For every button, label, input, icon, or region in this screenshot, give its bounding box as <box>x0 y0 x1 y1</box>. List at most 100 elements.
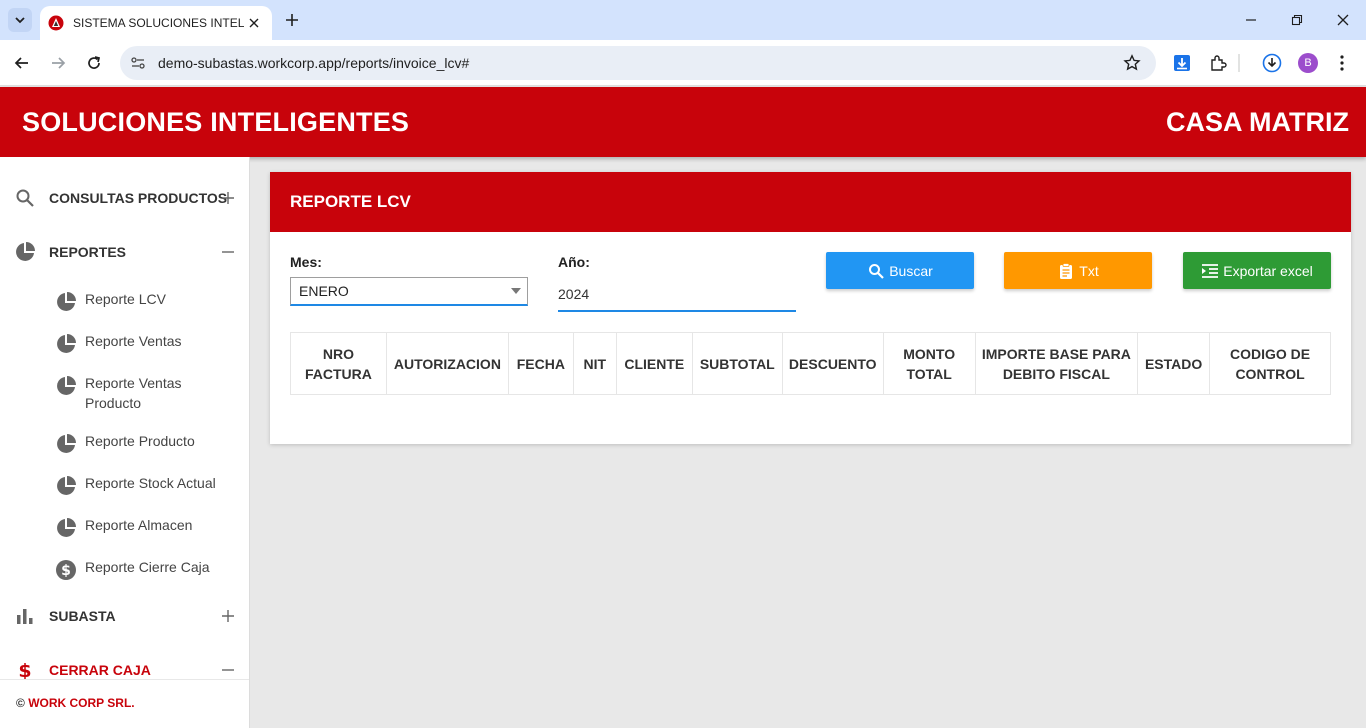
extensions-puzzle-icon[interactable] <box>1206 51 1230 75</box>
dollar-icon: $ <box>14 659 36 681</box>
month-select-value: ENERO <box>299 283 349 299</box>
pie-chart-icon <box>57 376 76 395</box>
company-name: WORK CORP SRL. <box>28 696 135 710</box>
pie-chart-icon <box>57 476 76 495</box>
column-header-descuento[interactable]: DESCUENTO <box>781 332 884 395</box>
column-header-monto-total[interactable]: MONTO TOTAL <box>882 332 976 395</box>
sidebar-footer: © WORK CORP SRL. <box>0 679 249 728</box>
export-excel-button[interactable]: Exportar excel <box>1183 252 1331 289</box>
sidebar-group-reportes[interactable]: REPORTES <box>0 232 250 272</box>
sidebar-group-label: CONSULTAS PRODUCTOS <box>49 190 228 206</box>
column-header-autorizacion[interactable]: AUTORIZACION <box>385 332 509 395</box>
sidebar-item-label: Reporte Ventas <box>85 333 182 349</box>
new-tab-button[interactable] <box>281 9 303 31</box>
address-bar[interactable]: demo-subastas.workcorp.app/reports/invoi… <box>120 46 1156 80</box>
reload-icon <box>88 56 101 69</box>
search-button-label: Buscar <box>889 262 933 279</box>
pie-chart-icon <box>57 434 76 453</box>
forward-button[interactable] <box>46 51 70 75</box>
pie-chart-icon <box>57 518 76 537</box>
column-header-codigo-control[interactable]: CODIGO DE CONTROL <box>1209 332 1331 395</box>
pie-chart-icon <box>57 334 76 353</box>
year-input[interactable] <box>558 278 796 312</box>
site-favicon-icon <box>48 15 64 31</box>
tab-close-icon[interactable] <box>244 13 264 33</box>
sidebar-group-label: SUBASTA <box>49 608 116 624</box>
bar-chart-icon <box>14 605 36 627</box>
minus-icon[interactable] <box>218 660 238 680</box>
pie-chart-icon <box>57 292 76 311</box>
search-icon <box>14 187 36 209</box>
copyright-text: © WORK CORP SRL. <box>16 696 135 710</box>
sidebar-group-subasta[interactable]: SUBASTA <box>0 596 250 636</box>
pie-chart-icon <box>14 241 36 263</box>
copyright-symbol: © <box>16 696 25 710</box>
table-header-row: NRO FACTURA AUTORIZACION FECHA NIT CLIEN… <box>290 332 1331 395</box>
plus-icon[interactable] <box>218 606 238 626</box>
site-info-icon[interactable] <box>126 51 150 75</box>
dollar-circle-icon: $ <box>56 560 76 580</box>
excel-button-label: Exportar excel <box>1223 262 1313 279</box>
restore-icon <box>1291 14 1303 26</box>
profile-avatar-button[interactable]: B <box>1296 51 1320 75</box>
sidebar-item-label: Reporte Cierre Caja <box>85 559 210 575</box>
column-header-subtotal[interactable]: SUBTOTAL <box>691 332 783 395</box>
browser-tab-strip: SISTEMA SOLUCIONES INTELIGENTES <box>0 0 1366 40</box>
sidebar-group-consultas-productos[interactable]: CONSULTAS PRODUCTOS <box>0 178 250 218</box>
downloads-icon[interactable] <box>1260 51 1284 75</box>
report-card: REPORTE LCV Mes: ENERO Año: Buscar Txt E… <box>270 172 1351 444</box>
sidebar-item-label: Reporte Producto <box>85 433 195 449</box>
branch-name: CASA MATRIZ <box>1166 107 1349 137</box>
card-header: REPORTE LCV <box>270 172 1351 232</box>
tab-title: SISTEMA SOLUCIONES INTELIGENTES <box>73 16 244 30</box>
chevron-down-icon <box>15 17 25 24</box>
download-extension-icon[interactable] <box>1170 51 1194 75</box>
year-label: Año: <box>558 254 590 270</box>
sidebar-group-label: REPORTES <box>49 244 127 260</box>
reload-button[interactable] <box>82 51 106 75</box>
tab-search-button[interactable] <box>8 8 32 32</box>
plus-icon[interactable] <box>218 188 238 208</box>
back-button[interactable] <box>10 51 34 75</box>
minimize-button[interactable] <box>1239 8 1263 32</box>
minus-icon[interactable] <box>218 242 238 262</box>
browser-tab-active[interactable]: SISTEMA SOLUCIONES INTELIGENTES <box>40 6 272 40</box>
plus-icon <box>286 14 298 26</box>
column-header-cliente[interactable]: CLIENTE <box>615 332 693 395</box>
sidebar-item-label: Reporte Stock Actual <box>85 475 216 491</box>
arrow-right-icon <box>52 57 66 69</box>
column-header-fecha[interactable]: FECHA <box>507 332 574 395</box>
sidebar: CONSULTAS PRODUCTOS REPORTES Reporte LCV… <box>0 157 250 728</box>
column-header-nit[interactable]: NIT <box>572 332 617 395</box>
page-title: REPORTE LCV <box>290 192 411 211</box>
minimize-icon <box>1246 19 1256 21</box>
sidebar-item-label: Reporte LCV <box>85 291 166 307</box>
restore-button[interactable] <box>1285 8 1309 32</box>
close-icon <box>1337 14 1349 26</box>
search-button[interactable]: Buscar <box>826 252 974 289</box>
sidebar-group-label: CERRAR CAJA <box>49 662 151 678</box>
app-title: SOLUCIONES INTELIGENTES <box>22 107 410 137</box>
column-header-nro-factura[interactable]: NRO FACTURA <box>290 332 387 395</box>
format-indent-icon <box>1201 262 1219 280</box>
txt-export-button[interactable]: Txt <box>1004 252 1152 289</box>
clipboard-icon <box>1057 262 1075 280</box>
app-header: SOLUCIONES INTELIGENTES CASA MATRIZ <box>0 87 1366 157</box>
browser-menu-button[interactable] <box>1330 51 1354 75</box>
report-table: NRO FACTURA AUTORIZACION FECHA NIT CLIEN… <box>290 332 1331 395</box>
sidebar-item-label: Reporte Ventas Producto <box>85 375 182 411</box>
close-window-button[interactable] <box>1331 8 1355 32</box>
url-text[interactable]: demo-subastas.workcorp.app/reports/invoi… <box>158 55 1120 71</box>
sidebar-item-label: Reporte Almacen <box>85 517 193 533</box>
toolbar-divider <box>1236 51 1242 75</box>
search-icon <box>867 262 885 280</box>
column-header-importe-base[interactable]: IMPORTE BASE PARA DEBITO FISCAL <box>974 332 1139 395</box>
txt-button-label: Txt <box>1079 262 1099 279</box>
svg-text:$: $ <box>61 563 71 579</box>
bookmark-star-icon[interactable] <box>1120 51 1144 75</box>
caret-down-icon <box>511 288 521 294</box>
column-header-estado[interactable]: ESTADO <box>1137 332 1211 395</box>
browser-toolbar: demo-subastas.workcorp.app/reports/invoi… <box>0 40 1366 86</box>
arrow-left-icon <box>14 57 28 69</box>
month-select[interactable]: ENERO <box>290 277 528 306</box>
